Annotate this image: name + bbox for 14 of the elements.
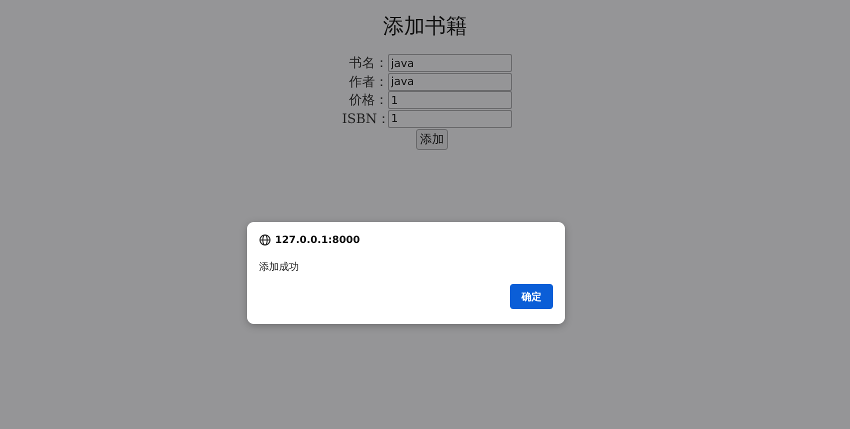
field-label: 书名： [348,55,388,72]
add-button[interactable]: 添加 [416,129,448,150]
input-field[interactable]: java [388,72,512,91]
input-field[interactable]: 1 [388,110,512,128]
ok-button[interactable]: 确定 [510,284,553,309]
page-title: 添加书籍 [382,13,468,40]
input-field[interactable]: 1 [388,91,512,110]
field-label: 作者： [348,74,388,91]
globe-icon [259,234,271,246]
field-label: ISBN： [342,110,388,128]
field-label: 价格： [348,92,388,110]
dialog-message: 添加成功 [259,260,300,274]
input-field[interactable]: java [388,54,512,72]
dialog-origin: 127.0.0.1:8000 [275,234,360,246]
